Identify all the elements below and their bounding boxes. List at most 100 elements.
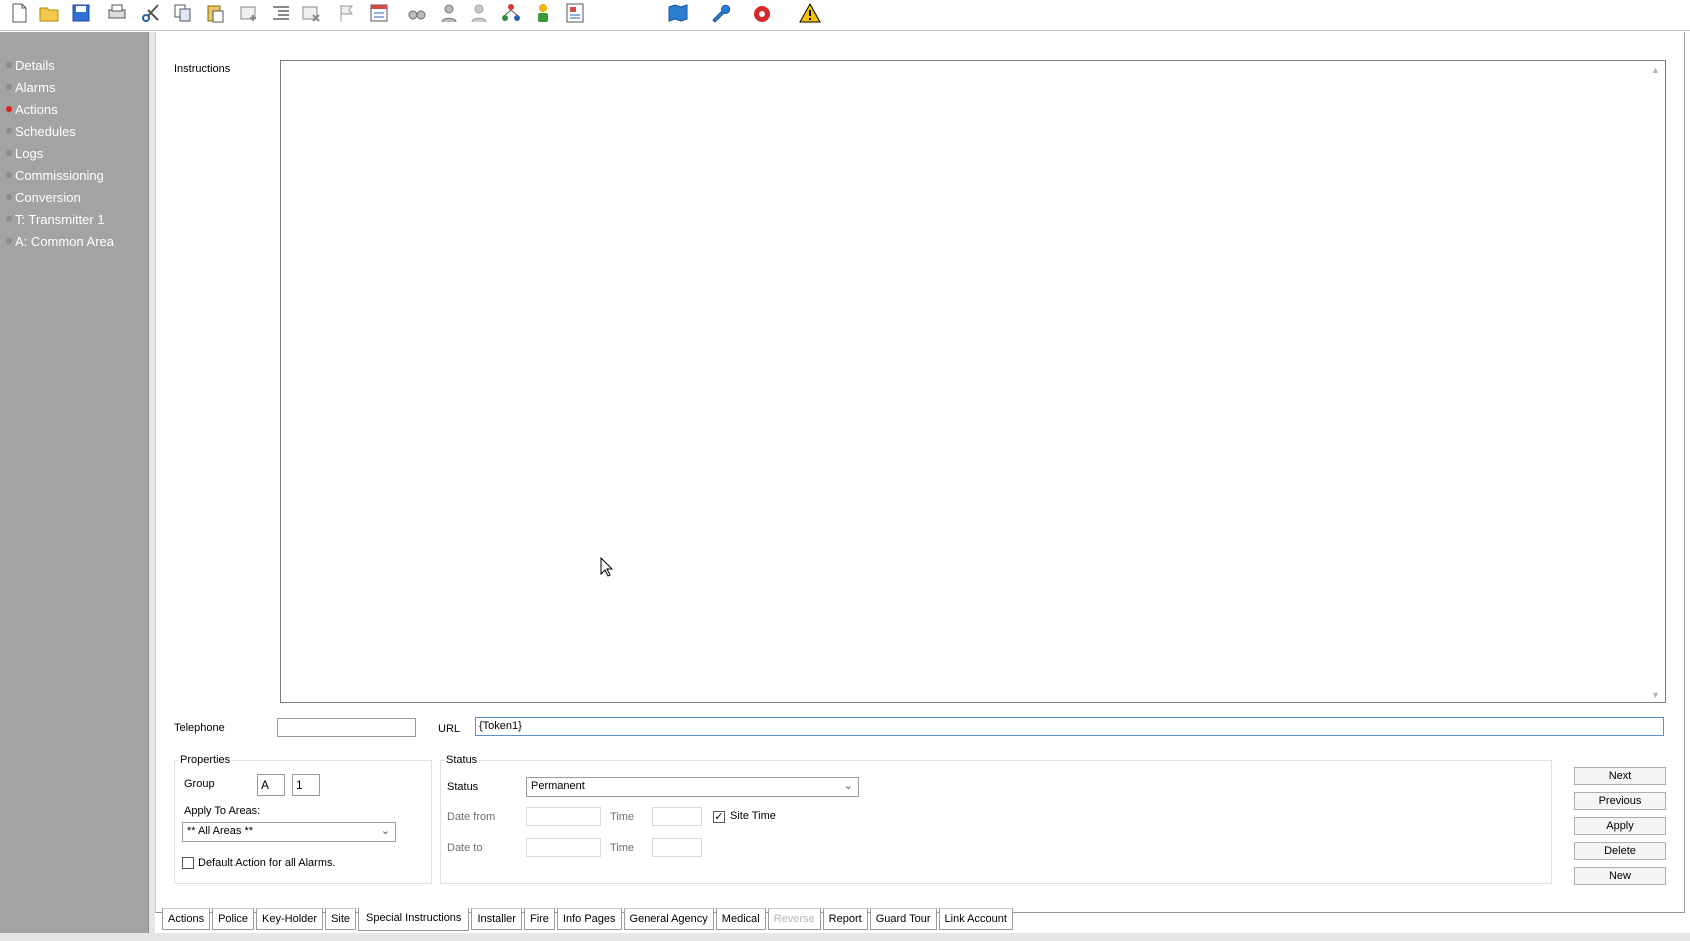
group-number-input[interactable]: 1 [292,774,320,796]
sidebar-item-label: T: Transmitter 1 [15,211,105,227]
sidebar-item-label: A: Common Area [15,233,114,249]
sidebar-item-label: Actions [15,101,58,117]
sidebar-item-label: Details [15,57,55,73]
nav-dot-icon [6,150,12,156]
tree-icon[interactable] [498,0,524,26]
delete-button[interactable]: Delete [1574,842,1666,860]
sidebar-item-conversion[interactable]: Conversion [6,187,81,207]
person-search-alt-icon[interactable] [466,0,492,26]
sidebar-item-details[interactable]: Details [6,55,55,75]
form-icon[interactable] [366,0,392,26]
next-button[interactable]: Next [1574,767,1666,785]
instructions-textarea[interactable]: ▲ ▼ [280,60,1666,703]
tab-police[interactable]: Police [212,908,255,930]
open-folder-icon[interactable] [36,0,62,26]
flag-icon[interactable] [334,0,360,26]
wrench-icon[interactable] [704,0,736,26]
tab-medical[interactable]: Medical [715,908,766,930]
time-to-input[interactable] [652,838,702,857]
apply-button[interactable]: Apply [1574,817,1666,835]
warning-icon[interactable] [792,0,828,26]
alarm-bell-icon[interactable] [746,0,780,26]
time-from-label: Time [610,811,635,823]
person-search-icon[interactable] [436,0,462,26]
sidebar-splitter[interactable] [148,32,155,941]
nav-dot-icon [6,216,12,222]
tab-actions[interactable]: Actions [162,908,211,930]
tab-link-account[interactable]: Link Account [938,908,1013,930]
tab-report[interactable]: Report [822,908,868,930]
print-icon[interactable] [104,0,130,26]
tab-reverse: Reverse [767,908,821,930]
tab-site[interactable]: Site [325,908,357,930]
scroll-down-icon[interactable]: ▼ [1651,690,1660,700]
status-label: Status [447,781,479,793]
nav-dot-icon [6,84,12,90]
url-input[interactable]: {Token1} [475,717,1664,736]
sidebar-item-common-area[interactable]: A: Common Area [6,231,114,251]
sidebar-item-alarms[interactable]: Alarms [6,77,55,97]
mouse-cursor-icon [600,556,614,580]
tab-special-instructions[interactable]: Special Instructions [358,908,470,931]
new-button[interactable]: New [1574,867,1666,885]
copy-icon[interactable] [170,0,196,26]
delete-record-icon[interactable] [298,0,324,26]
status-select[interactable]: Permanent ⌄ [526,777,859,797]
instructions-label: Instructions [174,63,231,75]
sidebar-item-commissioning[interactable]: Commissioning [6,165,104,185]
map-icon[interactable] [662,0,694,26]
tab-fire[interactable]: Fire [523,908,555,930]
sidebar-item-schedules[interactable]: Schedules [6,121,76,141]
telephone-input[interactable] [277,718,416,737]
cut-icon[interactable] [138,0,164,26]
default-action-label: Default Action for all Alarms. [198,857,336,869]
apply-to-areas-select[interactable]: ** All Areas ** ⌄ [182,822,396,842]
sidebar-item-label: Commissioning [15,167,104,183]
nav-dot-icon [6,172,12,178]
status-strip [0,933,1690,941]
sidebar-item-label: Conversion [15,189,81,205]
nav-dot-icon [6,62,12,68]
apply-to-areas-value: ** All Areas ** [187,825,254,837]
group-label: Group [184,778,215,790]
save-icon[interactable] [68,0,94,26]
default-action-checkbox[interactable] [182,857,194,869]
tab-bar: Actions Police Key-Holder Site Special I… [162,908,1015,931]
previous-button[interactable]: Previous [1574,792,1666,810]
sidebar-item-transmitter[interactable]: T: Transmitter 1 [6,209,105,229]
active-dot-icon [6,106,12,112]
scroll-up-icon[interactable]: ▲ [1651,65,1660,75]
chevron-down-icon: ⌄ [843,780,853,792]
time-from-input[interactable] [652,807,702,826]
date-to-input[interactable] [526,838,601,857]
status-title: Status [444,754,480,766]
new-file-icon[interactable] [6,0,32,26]
report-icon[interactable] [562,0,588,26]
checkmark-icon: ✓ [714,811,724,823]
sidebar-item-actions[interactable]: Actions [6,99,58,119]
toolbar [0,0,1690,31]
keyholder-icon[interactable] [530,0,556,26]
sidebar-item-label: Alarms [15,79,56,95]
site-time-checkbox[interactable]: ✓ [713,811,725,823]
chevron-down-icon: ⌄ [380,825,390,837]
sidebar-item-logs[interactable]: Logs [6,143,43,163]
apply-to-areas-label: Apply To Areas: [184,805,261,817]
indent-icon[interactable] [268,0,294,26]
tab-general-agency[interactable]: General Agency [623,908,714,930]
properties-title: Properties [178,754,233,766]
binoculars-icon[interactable] [404,0,430,26]
date-from-input[interactable] [526,807,601,826]
sidebar-item-label: Schedules [15,123,76,139]
tab-guard-tour[interactable]: Guard Tour [869,908,937,930]
add-record-icon[interactable] [236,0,262,26]
tab-key-holder[interactable]: Key-Holder [256,908,324,930]
tab-info-pages[interactable]: Info Pages [556,908,622,930]
paste-icon[interactable] [202,0,228,26]
url-label: URL [438,723,461,735]
telephone-label: Telephone [174,722,225,734]
sidebar-item-label: Logs [15,145,44,161]
nav-dot-icon [6,194,12,200]
tab-installer[interactable]: Installer [471,908,522,930]
group-letter-input[interactable]: A [257,774,285,796]
